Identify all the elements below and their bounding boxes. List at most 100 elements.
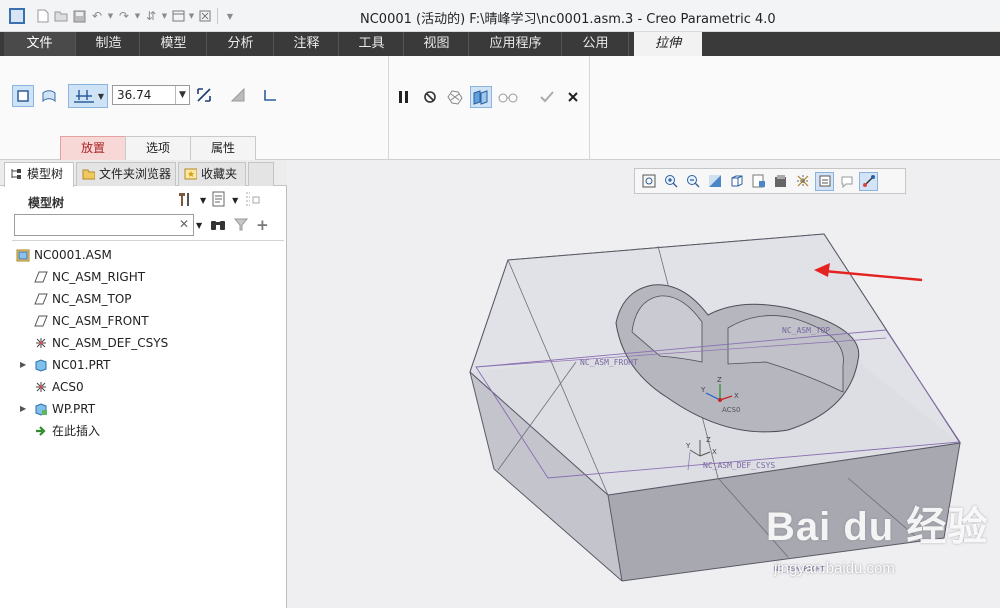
find-binoculars-icon[interactable] [210, 217, 226, 234]
verify-preview-button[interactable] [470, 86, 492, 108]
surface-extrude-button[interactable] [38, 85, 60, 107]
add-icon[interactable]: + [256, 216, 269, 234]
clear-search-icon[interactable]: ✕ [179, 217, 189, 231]
tree-separator [12, 240, 284, 241]
axis-label-y: Y [700, 386, 706, 394]
tab-common[interactable]: 公用 [563, 32, 629, 56]
customize-qat-icon[interactable]: ▼ [221, 7, 239, 25]
depth-dropdown-icon[interactable]: ▼ [175, 86, 189, 104]
insert-arrow-icon [36, 426, 46, 436]
tab-model-tree[interactable]: 模型树 [4, 162, 74, 187]
graphics-window[interactable]: NC_ASM_FRONT NC_ASM_TOP NC_ASM_DEF_CSYS … [288, 160, 1000, 608]
attached-preview-icon [447, 90, 463, 105]
label-nc-asm-def-csys: NC_ASM_DEF_CSYS [703, 461, 775, 470]
depth-option-button[interactable]: ▼ [68, 84, 108, 108]
label-acs0: ACS0 [722, 406, 740, 414]
show-options-icon[interactable] [212, 191, 226, 210]
creo-app-icon[interactable] [9, 8, 25, 24]
search-tools: ▼ + [196, 216, 269, 234]
flip-direction-button[interactable] [193, 84, 215, 106]
tab-view[interactable]: 视图 [405, 32, 469, 56]
solid-icon [17, 90, 29, 102]
no-preview-icon [424, 91, 436, 103]
open-icon[interactable] [52, 7, 70, 25]
windows-dropdown-icon[interactable]: ▼ [187, 7, 196, 25]
tab-analysis[interactable]: 分析 [208, 32, 274, 56]
tab-manufacturing[interactable]: 制造 [78, 32, 140, 56]
csys-icon [36, 382, 46, 392]
save-icon[interactable] [70, 7, 88, 25]
model-tree: NC0001.ASM NC_ASM_RIGHT NC_ASM_TOP NC_AS… [12, 244, 282, 442]
datum-plane-icon [34, 315, 48, 327]
ok-button[interactable] [536, 86, 558, 108]
tab-annotate[interactable]: 注释 [275, 32, 339, 56]
favorites-icon [184, 168, 197, 180]
tab-properties[interactable]: 属性 [190, 136, 256, 160]
depth-value-input[interactable]: 36.74 ▼ [112, 85, 190, 105]
tab-extra[interactable] [248, 162, 274, 186]
model-tree-icon [11, 169, 21, 179]
tab-extrude[interactable]: 拉伸 [634, 32, 702, 57]
thicken-icon [264, 90, 276, 101]
tab-options[interactable]: 选项 [125, 136, 191, 160]
regenerate-icon[interactable]: ⇵ [142, 7, 160, 25]
tree-item-nc-asm-def-csys[interactable]: NC_ASM_DEF_CSYS [12, 332, 282, 354]
part-icon [35, 359, 47, 372]
thicken-button[interactable] [259, 84, 281, 106]
verify-preview-icon [473, 90, 488, 105]
glasses-preview-button[interactable] [497, 86, 519, 108]
tab-model-tree-label: 模型树 [27, 167, 64, 181]
tree-item-nc01-prt[interactable]: ▶ NC01.PRT [12, 354, 282, 376]
tab-placement[interactable]: 放置 [60, 136, 126, 160]
attached-preview-button[interactable] [444, 86, 466, 108]
filter-icon[interactable] [234, 217, 249, 234]
tab-model[interactable]: 模型 [141, 32, 207, 56]
undo-dropdown-icon[interactable]: ▼ [106, 7, 115, 25]
columns-icon[interactable] [244, 191, 262, 210]
show-dropdown-icon[interactable]: ▼ [232, 196, 238, 205]
close-icon [568, 92, 578, 102]
new-icon[interactable] [34, 7, 52, 25]
folder-browser-icon [82, 169, 95, 180]
pause-button[interactable] [393, 86, 415, 108]
tree-item-label: ACS0 [52, 380, 84, 394]
model-tree-tools: ▼ ▼ [176, 191, 262, 210]
regenerate-dropdown-icon[interactable]: ▼ [160, 7, 169, 25]
settings-tools-icon[interactable] [176, 191, 194, 210]
tab-favorites[interactable]: 收藏夹 [178, 162, 246, 186]
tree-item-label: NC_ASM_FRONT [52, 314, 149, 328]
baidu-watermark-url: jingyan.baidu.com [774, 560, 895, 577]
tab-file[interactable]: 文件 [4, 32, 76, 56]
datum-plane-icon [34, 293, 48, 305]
tab-tools[interactable]: 工具 [340, 32, 404, 56]
expand-arrow-icon[interactable]: ▶ [20, 354, 26, 376]
windows-icon[interactable] [169, 7, 187, 25]
redo-dropdown-icon[interactable]: ▼ [133, 7, 142, 25]
settings-dropdown-icon[interactable]: ▼ [200, 196, 206, 205]
tab-favorites-label: 收藏夹 [201, 167, 238, 181]
tree-item-nc-asm-front[interactable]: NC_ASM_FRONT [12, 310, 282, 332]
remove-material-button[interactable] [227, 84, 249, 106]
tree-item-nc-asm-top[interactable]: NC_ASM_TOP [12, 288, 282, 310]
depth-option-dropdown-icon[interactable]: ▼ [98, 92, 104, 101]
tree-item-nc-asm-right[interactable]: NC_ASM_RIGHT [12, 266, 282, 288]
tree-item-acs0[interactable]: ACS0 [12, 376, 282, 398]
tree-item-wp-prt[interactable]: ▶ WP.PRT [12, 398, 282, 420]
solid-extrude-button[interactable] [12, 85, 34, 107]
model-tree-search-input[interactable]: ✕ [14, 214, 194, 236]
no-preview-button[interactable] [419, 86, 441, 108]
tab-folder-browser[interactable]: 文件夹浏览器 [76, 162, 176, 186]
tree-item-insert-here[interactable]: 在此插入 [12, 420, 282, 442]
model-tree-title: 模型树 [28, 196, 65, 210]
tree-item-nc0001-asm[interactable]: NC0001.ASM [12, 244, 282, 266]
redo-icon[interactable]: ↷ [115, 7, 133, 25]
expand-arrow-icon[interactable]: ▶ [20, 398, 26, 420]
undo-icon[interactable]: ↶ [88, 7, 106, 25]
cancel-button[interactable] [562, 86, 584, 108]
pause-icon [399, 91, 408, 103]
tree-item-label: NC_ASM_DEF_CSYS [52, 336, 169, 350]
search-dropdown-icon[interactable]: ▼ [196, 221, 202, 230]
depth-value: 36.74 [117, 88, 152, 102]
close-window-icon[interactable] [196, 7, 214, 25]
tab-applications[interactable]: 应用程序 [470, 32, 562, 56]
